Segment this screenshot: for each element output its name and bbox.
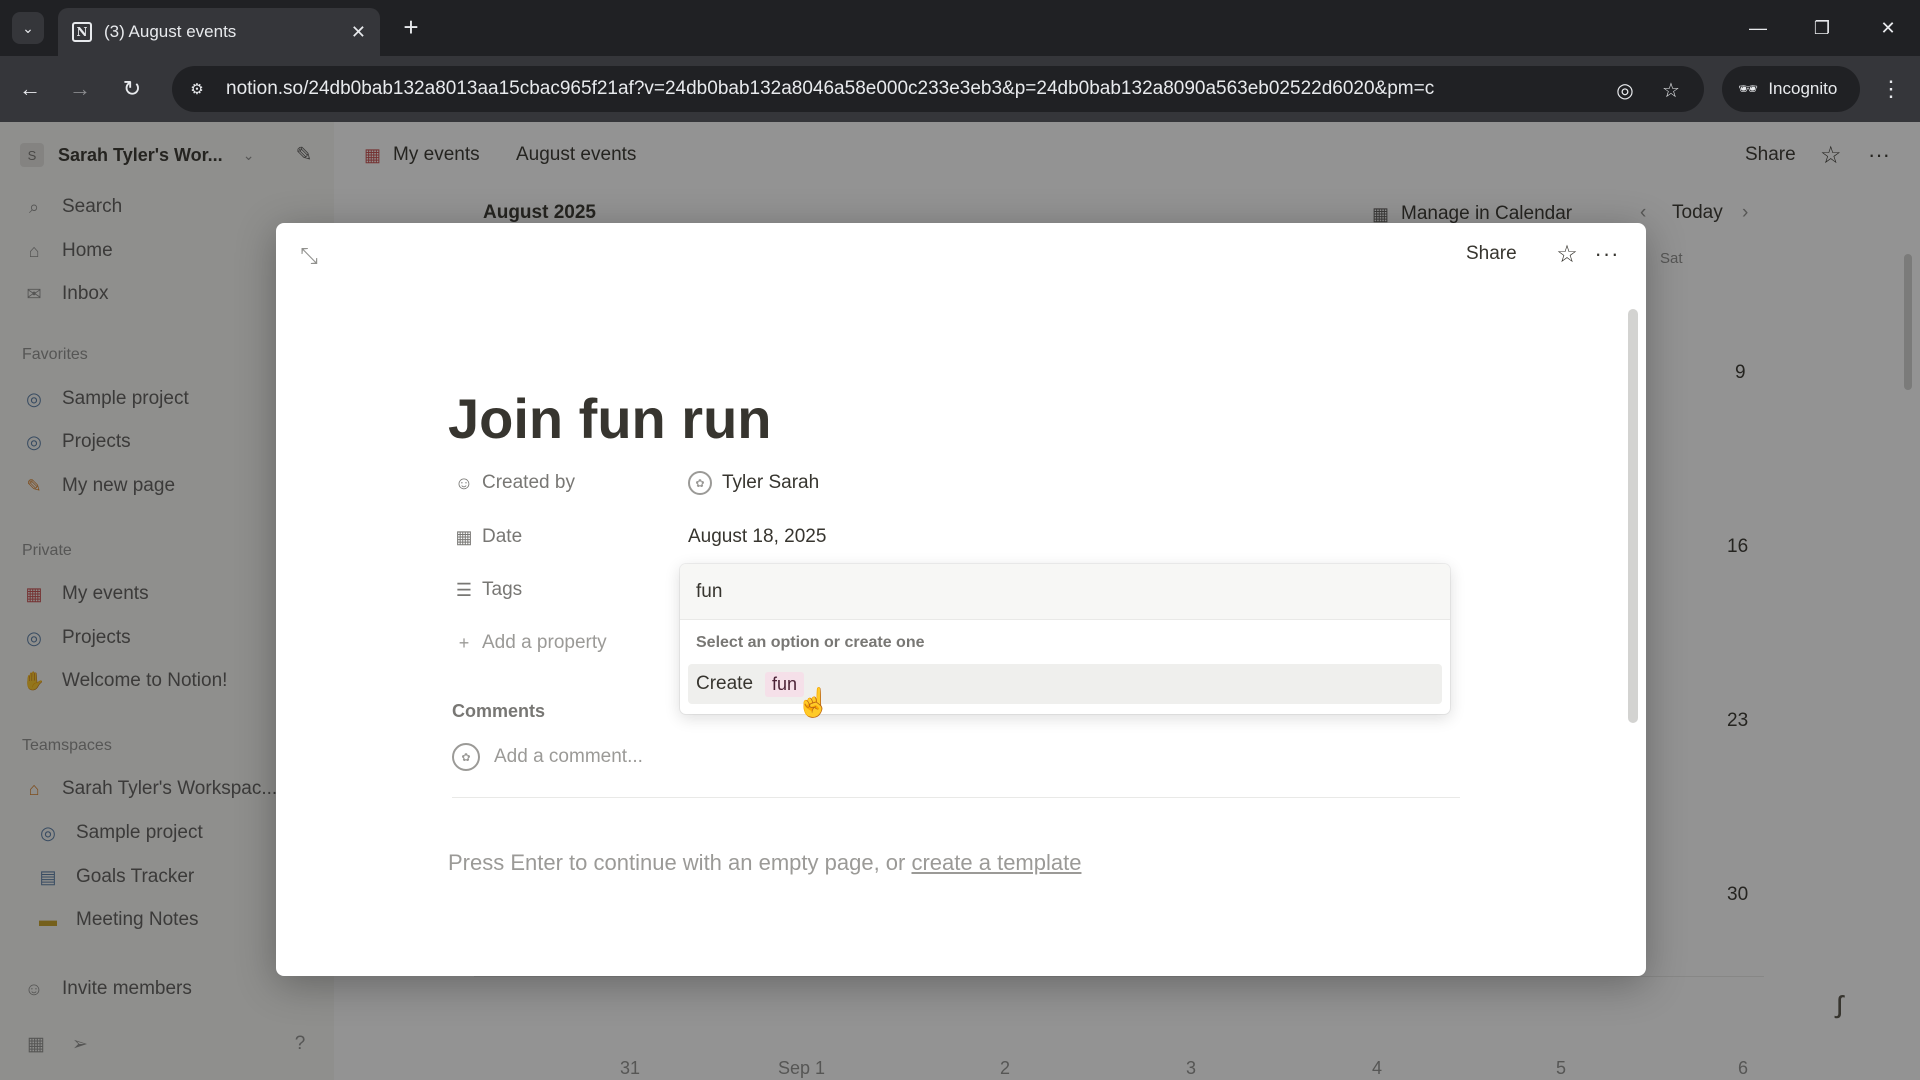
notion-favicon-icon: N [72,22,92,42]
property-tags[interactable]: ☰ Tags [452,573,522,607]
person-circle-icon: ☺ [454,472,474,493]
browser-menu-icon[interactable]: ⋮ [1876,73,1906,105]
plus-icon: + [458,632,470,653]
page-title[interactable]: Join fun run [448,386,772,451]
incognito-label: Incognito [1768,79,1838,98]
property-label: Date [482,526,523,547]
create-template-link[interactable]: create a template [911,850,1081,875]
page-peek-modal: ⤡ Share ☆ ··· Join fun run ☺ Created by … [276,223,1646,976]
tab-close-icon[interactable]: ✕ [351,22,366,43]
comments-heading: Comments [452,701,546,721]
modal-more-options-icon[interactable]: ··· [1590,239,1624,269]
modal-scrollbar[interactable] [1628,309,1638,723]
site-info-icon[interactable]: ⚙ [186,78,208,100]
user-avatar: ✿ [688,471,712,495]
open-full-page-icon[interactable]: ⤡ [294,241,324,271]
incognito-icon: 🕶 [1738,81,1759,98]
hand-pointer-cursor-icon: ☝ [796,687,831,718]
eye-off-icon[interactable]: ◎ [1612,77,1638,103]
dropdown-hint: Select an option or create one [696,634,925,651]
back-button[interactable]: ← [14,73,46,105]
bookmark-star-icon[interactable]: ☆ [1658,77,1684,103]
modal-share-button[interactable]: Share [1466,243,1517,265]
minimize-button[interactable]: — [1738,10,1778,46]
tab-search-button[interactable]: ⌄ [12,12,44,44]
tags-search-input[interactable]: fun [680,564,1450,620]
add-property-button[interactable]: + Add a property [452,626,607,660]
divider [452,797,1460,798]
url-text[interactable]: notion.so/24db0bab132a8013aa15cbac965f21… [226,78,1526,100]
date-value[interactable]: August 18, 2025 [688,520,826,554]
address-bar[interactable]: ⚙ notion.so/24db0bab132a8013aa15cbac965f… [172,66,1704,112]
new-tab-button[interactable]: + [396,12,426,42]
created-by-value[interactable]: ✿ Tyler Sarah [688,466,819,500]
list-icon: ☰ [455,579,473,600]
user-avatar: ✿ [452,743,480,771]
browser-toolbar: ← → ↻ ⚙ notion.so/24db0bab132a8013aa15cb… [0,56,1920,122]
assistant-face-icon[interactable]: ꭍ [1834,986,1845,1027]
forward-button[interactable]: → [64,73,96,105]
hint-text: Press Enter to continue with an empty pa… [448,850,906,875]
property-date[interactable]: ▦ Date [452,520,522,554]
created-by-name: Tyler Sarah [722,472,820,493]
property-label: Created by [482,472,575,493]
modal-favorite-star-icon[interactable]: ☆ [1552,239,1582,269]
tab-title: (3) August events [104,22,237,41]
restore-button[interactable]: ❐ [1802,10,1842,46]
incognito-indicator[interactable]: 🕶 Incognito [1722,66,1860,112]
browser-tab-active[interactable]: N (3) August events ✕ [58,8,380,56]
comment-input[interactable]: ✿ Add a comment... [452,740,643,774]
property-label: Tags [482,579,523,600]
empty-page-hint: Press Enter to continue with an empty pa… [448,850,1081,876]
property-created-by[interactable]: ☺ Created by [452,466,575,500]
comment-placeholder: Add a comment... [494,746,643,767]
reload-button[interactable]: ↻ [116,73,148,105]
close-window-button[interactable]: ✕ [1868,10,1908,46]
browser-tab-strip: ⌄ N (3) August events ✕ + — ❐ ✕ [0,0,1920,56]
calendar-icon: ▦ [455,526,473,547]
create-label: Create [696,673,754,694]
add-property-label: Add a property [482,632,607,653]
